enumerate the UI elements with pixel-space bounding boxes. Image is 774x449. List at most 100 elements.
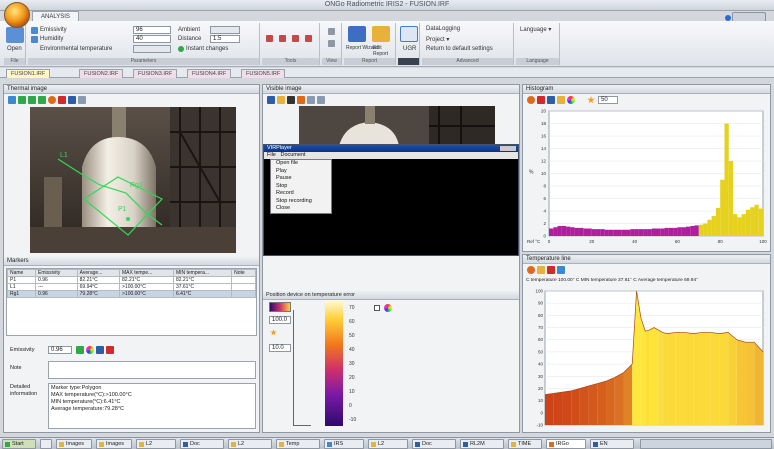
tool-cross-icon-3[interactable]: [292, 35, 299, 42]
markers-table[interactable]: Name Emissivity Average... MAX tempe... …: [6, 268, 257, 336]
area-marker-icon[interactable]: [38, 96, 46, 104]
taskbar-item-5[interactable]: L2: [228, 439, 272, 449]
taskbar-item-3[interactable]: L2: [136, 439, 176, 449]
col-emissivity[interactable]: Emissivity: [35, 269, 78, 277]
palette-color-icon[interactable]: [384, 304, 392, 312]
taskbar-item-8[interactable]: L2: [368, 439, 408, 449]
templine-red-icon[interactable]: [547, 266, 555, 274]
histogram-folder-icon[interactable]: [557, 96, 565, 104]
line-marker-icon[interactable]: [28, 96, 36, 104]
marker-emissivity-input[interactable]: 0.96: [48, 346, 72, 354]
note-input[interactable]: [48, 361, 256, 379]
palette-selector[interactable]: [269, 302, 291, 312]
menu-item-open[interactable]: Open file: [271, 160, 331, 168]
ribbon-tab-analysis[interactable]: ANALYSIS: [32, 11, 79, 21]
point-marker-icon[interactable]: [18, 96, 26, 104]
close-icon[interactable]: [287, 96, 295, 104]
menu-item-play[interactable]: Play: [271, 168, 331, 176]
pencil-icon[interactable]: [297, 96, 305, 104]
open-folder-icon[interactable]: [6, 27, 24, 43]
humidity-input[interactable]: 40: [133, 35, 171, 43]
return-defaults-button[interactable]: Return to default settings: [426, 46, 493, 52]
taskbar-item-6[interactable]: Temp: [276, 439, 320, 449]
tool-cross-icon-2[interactable]: [279, 35, 286, 42]
col-min[interactable]: MIN tempera...: [172, 269, 233, 277]
ambient-input[interactable]: [210, 26, 240, 34]
menu-item-stop[interactable]: Stop: [271, 183, 331, 191]
system-tray[interactable]: [640, 439, 772, 449]
file-tab-2[interactable]: FUSION2.IRF: [79, 69, 124, 78]
taskbar-quick-icon[interactable]: [40, 439, 52, 449]
tool-cross-icon-1[interactable]: [266, 35, 273, 42]
templine-color-icon[interactable]: [527, 266, 535, 274]
menu-item-stop-recording[interactable]: Stop recording: [271, 198, 331, 206]
app-logo-icon[interactable]: [4, 2, 30, 28]
datalogging-button[interactable]: DataLogging: [426, 26, 460, 32]
folder-icon[interactable]: [277, 96, 285, 104]
distance-input[interactable]: 1.5: [210, 35, 240, 43]
view-icon-1[interactable]: [328, 28, 335, 35]
language-dropdown[interactable]: Language ▾: [520, 26, 551, 33]
tool-cross-icon-4[interactable]: [305, 35, 312, 42]
grid-icon[interactable]: [78, 96, 86, 104]
thermal-image[interactable]: L1 P1 Rg1: [30, 107, 236, 253]
rotate-right-icon[interactable]: [317, 96, 325, 104]
apply-icon[interactable]: [76, 346, 84, 354]
detailed-info-box[interactable]: Marker type:Polygon MAX temperature(°C):…: [48, 383, 256, 429]
palette-high-input[interactable]: 100.0: [269, 316, 291, 324]
taskbar-item-2[interactable]: Images: [96, 439, 132, 449]
taskbar-item-1[interactable]: Images: [56, 439, 92, 449]
report-wizard-icon[interactable]: [348, 26, 366, 42]
taskbar-item-7[interactable]: IRS: [324, 439, 364, 449]
menu-item-record[interactable]: Record: [271, 190, 331, 198]
marker-save-icon[interactable]: [96, 346, 104, 354]
player-window-controls[interactable]: [500, 146, 516, 151]
color-icon[interactable]: [86, 346, 94, 354]
table-row[interactable]: L1 --- 69.94°C >100.00°C 37.61°C: [7, 283, 256, 291]
circle-marker-icon[interactable]: [48, 96, 56, 104]
player-menu-document[interactable]: Document: [280, 152, 305, 158]
file-tab-4[interactable]: FUSION4.IRF: [187, 69, 232, 78]
histogram-zoom-input[interactable]: 50: [598, 96, 618, 104]
open-icon[interactable]: [267, 96, 275, 104]
menu-item-close[interactable]: Close: [271, 205, 331, 213]
star-icon[interactable]: [270, 329, 277, 336]
table-row[interactable]: P1 0.96 82.21°C 82.21°C 82.21°C: [7, 276, 256, 284]
taskbar-item-active[interactable]: IRGo: [546, 439, 586, 449]
histogram-red-icon[interactable]: [537, 96, 545, 104]
taskbar-item-10[interactable]: RL2M: [460, 439, 504, 449]
histogram-star-icon[interactable]: [587, 96, 595, 104]
delete-icon[interactable]: [58, 96, 66, 104]
env-temp-input[interactable]: [133, 45, 171, 53]
table-row[interactable]: Rg1 0.96 79.28°C >100.00°C 6.41°C: [7, 290, 256, 298]
menu-item-pause[interactable]: Pause: [271, 175, 331, 183]
col-name[interactable]: Name: [7, 269, 37, 277]
ugr-icon[interactable]: [400, 26, 418, 42]
rotate-left-icon[interactable]: [307, 96, 315, 104]
taskbar-item-9[interactable]: Doc: [412, 439, 456, 449]
histogram-blue-icon[interactable]: [547, 96, 555, 104]
video-player-window[interactable]: VIRPlayer File Document Open file Play P…: [263, 144, 519, 256]
col-note[interactable]: Note: [231, 269, 256, 277]
edit-report-icon[interactable]: [372, 26, 390, 42]
templine-blue-icon[interactable]: [557, 266, 565, 274]
taskbar-item-11[interactable]: TIME: [508, 439, 542, 449]
file-tab-5[interactable]: FUSION5.IRF: [241, 69, 286, 78]
start-button[interactable]: Start: [2, 439, 36, 449]
histogram-palette-icon[interactable]: [567, 96, 575, 104]
taskbar-item-13[interactable]: EN: [590, 439, 634, 449]
visible-image[interactable]: [299, 106, 495, 146]
zoom-icon[interactable]: [8, 96, 16, 104]
col-max[interactable]: MAX tempe...: [119, 269, 174, 277]
col-average[interactable]: Average...: [76, 269, 121, 277]
project-dropdown[interactable]: Project ▾: [426, 36, 449, 43]
emissivity-input[interactable]: 96: [133, 26, 171, 34]
taskbar-item-4[interactable]: Doc: [180, 439, 224, 449]
templine-folder-icon[interactable]: [537, 266, 545, 274]
palette-checkbox[interactable]: [374, 305, 380, 311]
histogram-color-icon[interactable]: [527, 96, 535, 104]
save-icon[interactable]: [68, 96, 76, 104]
player-menu-file[interactable]: File: [267, 152, 276, 158]
file-tab-3[interactable]: FUSION3.IRF: [133, 69, 178, 78]
file-tab-1[interactable]: FUSION1.IRF: [6, 69, 51, 78]
